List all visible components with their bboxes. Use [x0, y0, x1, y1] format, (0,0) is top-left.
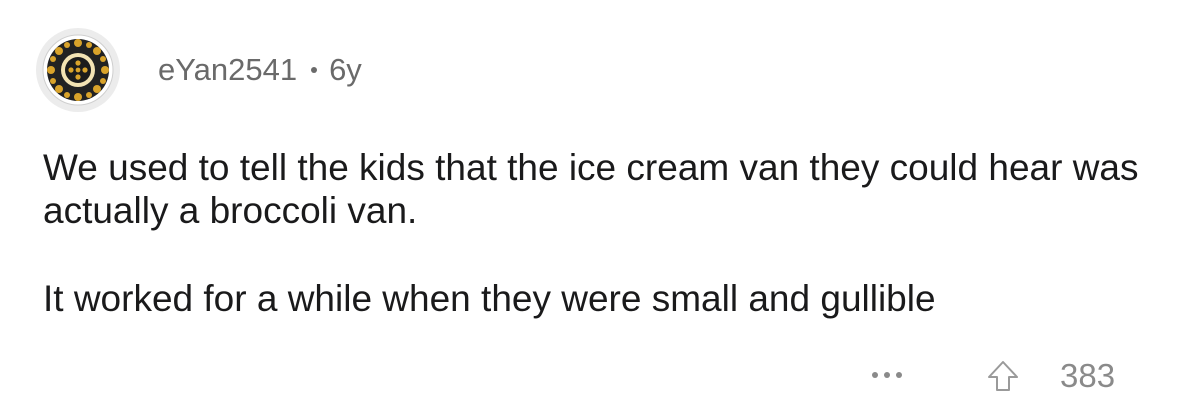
comment-paragraph: It worked for a while when they were sma… — [43, 278, 936, 319]
comment-actions: 383 — [0, 352, 1179, 400]
more-options-dot — [884, 372, 890, 378]
comment-paragraph: We used to tell the kids that the ice cr… — [43, 147, 1139, 231]
separator-dot — [311, 67, 318, 73]
upvote-arrow-icon — [988, 361, 1018, 391]
comment-meta: eYan2541 6y — [158, 52, 362, 88]
avatar[interactable] — [36, 28, 120, 112]
comment-card: eYan2541 6y We used to tell the kids tha… — [0, 0, 1179, 413]
vote-score: 383 — [1060, 357, 1116, 394]
avatar-mandala-icon — [42, 34, 114, 106]
comment-age: 6y — [329, 52, 362, 87]
more-options-button[interactable] — [864, 360, 910, 390]
comment-header: eYan2541 6y — [36, 28, 362, 112]
upvote-button[interactable] — [980, 356, 1026, 396]
more-options-dot — [896, 372, 902, 378]
comment-body: We used to tell the kids that the ice cr… — [43, 146, 1143, 320]
author-username[interactable]: eYan2541 — [158, 52, 297, 88]
more-options-icon — [872, 372, 878, 378]
